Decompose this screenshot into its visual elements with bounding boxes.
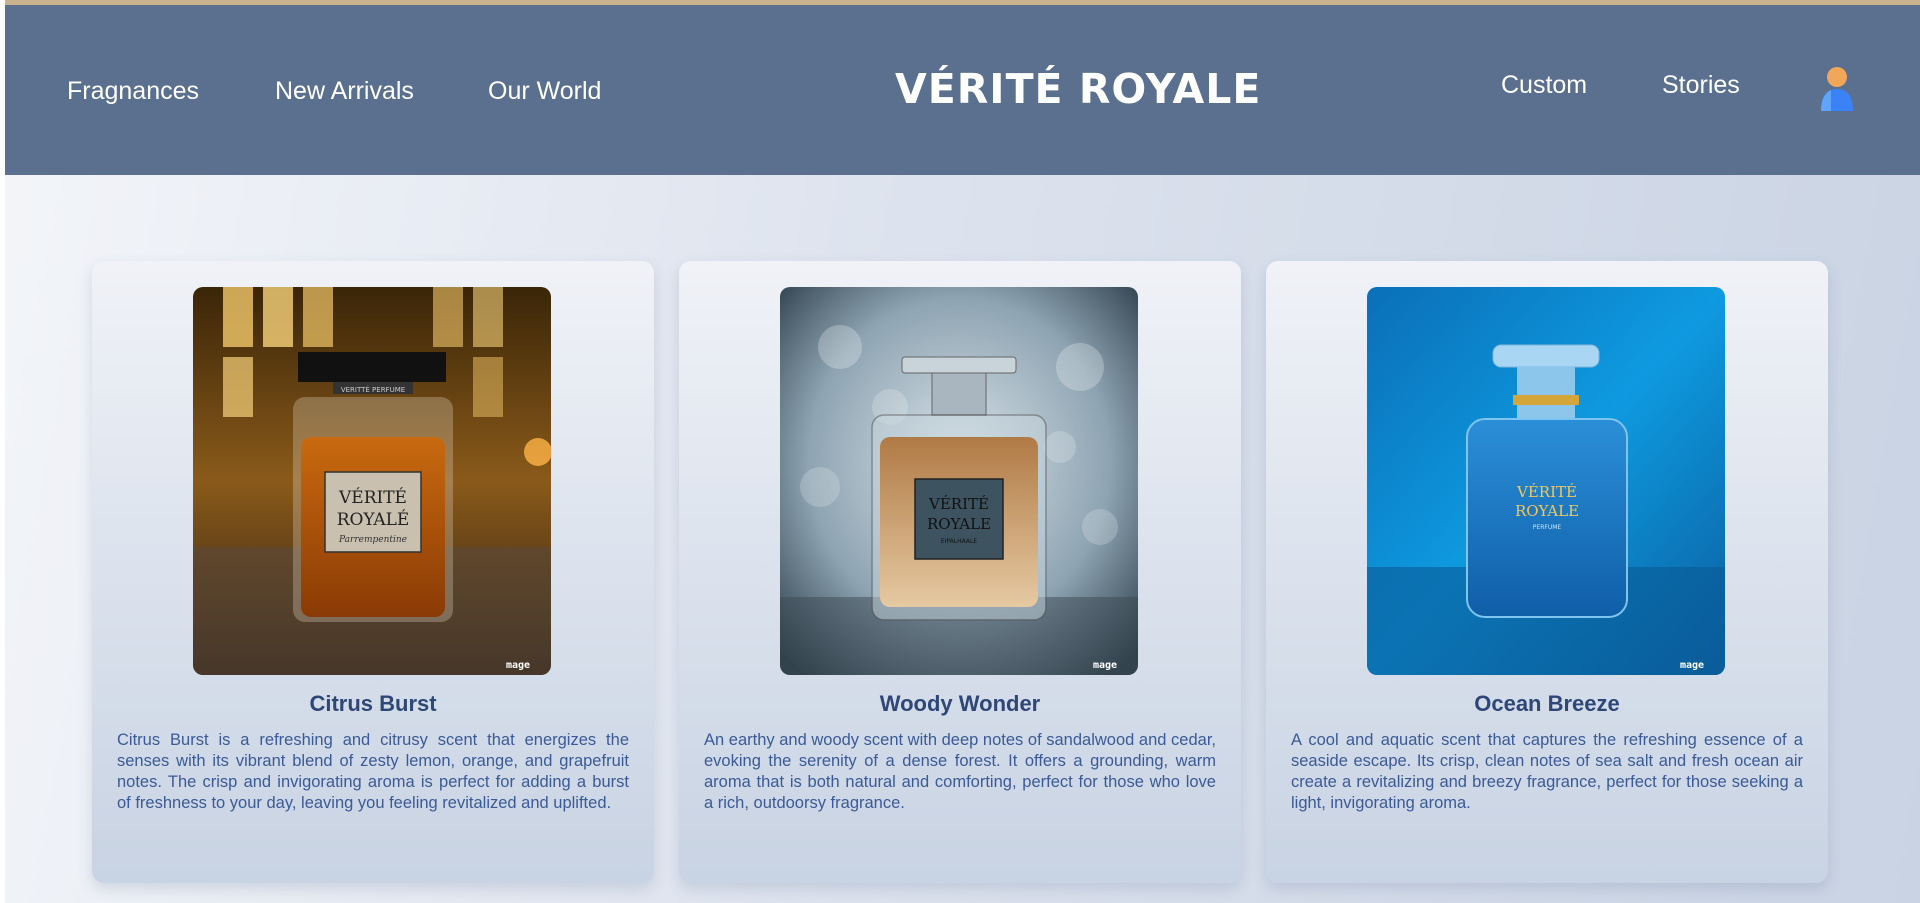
nav-custom[interactable]: Custom (1501, 71, 1587, 100)
page: Fragnances New Arrivals Our World VÉRITÉ… (5, 0, 1920, 903)
nav-fragrances[interactable]: Fragnances (67, 77, 199, 106)
product-image-woody-wonder[interactable]: VÉRITÉ ROYALE EIPALHAALE mage (780, 287, 1138, 675)
nav-new-arrivals[interactable]: New Arrivals (275, 77, 414, 106)
svg-text:mage: mage (506, 660, 530, 671)
product-description: An earthy and woody scent with deep note… (704, 731, 1216, 812)
product-image-citrus-burst[interactable]: VERITTÉ PERFUME VÉRITÉ ROYALÉ Parrempent… (193, 287, 551, 675)
svg-text:ROYALE: ROYALE (1515, 502, 1579, 520)
svg-text:EIPALHAALE: EIPALHAALE (941, 538, 977, 545)
product-description: A cool and aquatic scent that captures t… (1291, 731, 1803, 812)
product-card-woody-wonder[interactable]: VÉRITÉ ROYALE EIPALHAALE mage Woody Wond… (679, 261, 1241, 883)
svg-text:PERFUME: PERFUME (1533, 524, 1562, 531)
product-title: Woody Wonder (879, 691, 1041, 716)
svg-text:mage: mage (1093, 660, 1117, 671)
product-title: Ocean Breeze (1474, 691, 1620, 716)
product-card-ocean-breeze[interactable]: VÉRITÉ ROYALE PERFUME mage Ocean Breeze … (1266, 261, 1828, 883)
svg-text:VÉRITÉ: VÉRITÉ (928, 495, 989, 513)
product-title: Citrus Burst (309, 691, 437, 716)
user-icon[interactable] (1817, 65, 1857, 113)
cap-text: VERITTÉ PERFUME (341, 385, 405, 394)
product-description: Citrus Burst is a refreshing and citrusy… (117, 731, 629, 812)
svg-text:VÉRITÉ: VÉRITÉ (1516, 483, 1577, 501)
product-image-ocean-breeze[interactable]: VÉRITÉ ROYALE PERFUME mage (1367, 287, 1725, 675)
svg-text:ROYALÉ: ROYALÉ (337, 509, 410, 530)
svg-text:VÉRITÉ: VÉRITÉ (338, 487, 407, 508)
nav-stories[interactable]: Stories (1662, 71, 1740, 100)
svg-text:mage: mage (1680, 660, 1704, 671)
nav-our-world[interactable]: Our World (488, 77, 601, 106)
product-card-citrus-burst[interactable]: VERITTÉ PERFUME VÉRITÉ ROYALÉ Parrempent… (92, 261, 654, 883)
svg-text:Parrempentine: Parrempentine (338, 535, 407, 545)
site-header: Fragnances New Arrivals Our World VÉRITÉ… (5, 5, 1920, 175)
brand-logo[interactable]: VÉRITÉ ROYALE (895, 65, 1260, 113)
svg-text:ROYALE: ROYALE (927, 515, 991, 533)
